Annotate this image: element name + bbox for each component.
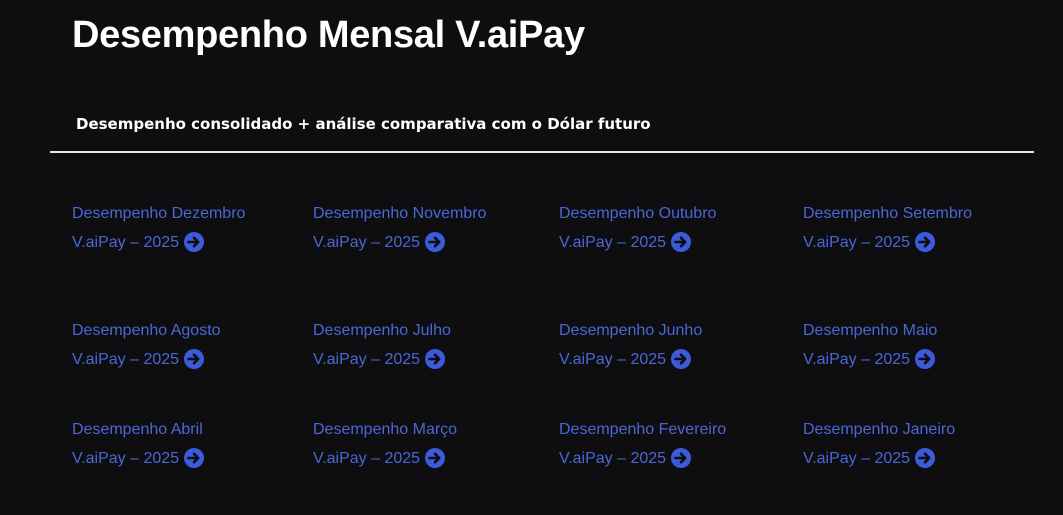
arrow-right-circle-icon[interactable] — [671, 349, 692, 369]
link-title: Desempenho Maio — [803, 322, 938, 339]
link-desempenho-dezembro[interactable]: Desempenho Dezembro V.aiPay – 2025 — [72, 199, 245, 257]
link-subtitle: V.aiPay – 2025 — [803, 351, 911, 368]
link-subtitle: V.aiPay – 2025 — [313, 234, 421, 251]
link-desempenho-setembro[interactable]: Desempenho Setembro V.aiPay – 2025 — [803, 199, 972, 257]
link-subtitle: V.aiPay – 2025 — [559, 450, 667, 467]
link-desempenho-abril[interactable]: Desempenho Abril V.aiPay – 2025 — [72, 415, 205, 473]
arrow-right-circle-icon[interactable] — [915, 448, 936, 468]
link-desempenho-julho[interactable]: Desempenho Julho V.aiPay – 2025 — [313, 316, 451, 374]
link-title: Desempenho Agosto — [72, 322, 221, 339]
page-subtitle: Desempenho consolidado + análise compara… — [76, 115, 651, 133]
page-title: Desempenho Mensal V.aiPay — [72, 14, 585, 56]
link-desempenho-fevereiro[interactable]: Desempenho Fevereiro V.aiPay – 2025 — [559, 415, 726, 473]
header-divider — [50, 151, 1034, 153]
link-subtitle: V.aiPay – 2025 — [559, 351, 667, 368]
link-title: Desempenho Novembro — [313, 205, 487, 222]
link-desempenho-maio[interactable]: Desempenho Maio V.aiPay – 2025 — [803, 316, 937, 374]
link-subtitle: V.aiPay – 2025 — [72, 351, 180, 368]
link-desempenho-outubro[interactable]: Desempenho Outubro V.aiPay – 2025 — [559, 199, 716, 257]
link-title: Desempenho Setembro — [803, 205, 972, 222]
link-desempenho-janeiro[interactable]: Desempenho Janeiro V.aiPay – 2025 — [803, 415, 955, 473]
arrow-right-circle-icon[interactable] — [671, 232, 692, 252]
arrow-right-circle-icon[interactable] — [425, 232, 446, 252]
arrow-right-circle-icon[interactable] — [184, 232, 205, 252]
arrow-right-circle-icon[interactable] — [425, 349, 446, 369]
link-subtitle: V.aiPay – 2025 — [72, 234, 180, 251]
arrow-right-circle-icon[interactable] — [184, 448, 205, 468]
arrow-right-circle-icon[interactable] — [915, 232, 936, 252]
link-desempenho-novembro[interactable]: Desempenho Novembro V.aiPay – 2025 — [313, 199, 486, 257]
link-subtitle: V.aiPay – 2025 — [313, 351, 421, 368]
link-desempenho-agosto[interactable]: Desempenho Agosto V.aiPay – 2025 — [72, 316, 221, 374]
link-title: Desempenho Março — [313, 421, 458, 438]
link-title: Desempenho Outubro — [559, 205, 717, 222]
arrow-right-circle-icon[interactable] — [671, 448, 692, 468]
link-subtitle: V.aiPay – 2025 — [803, 450, 911, 467]
link-title: Desempenho Janeiro — [803, 421, 956, 438]
arrow-right-circle-icon[interactable] — [915, 349, 936, 369]
link-title: Desempenho Junho — [559, 322, 703, 339]
link-desempenho-marco[interactable]: Desempenho Março V.aiPay – 2025 — [313, 415, 457, 473]
link-title: Desempenho Dezembro — [72, 205, 246, 222]
link-desempenho-junho[interactable]: Desempenho Junho V.aiPay – 2025 — [559, 316, 702, 374]
link-title: Desempenho Fevereiro — [559, 421, 727, 438]
link-title: Desempenho Julho — [313, 322, 451, 339]
link-subtitle: V.aiPay – 2025 — [313, 450, 421, 467]
arrow-right-circle-icon[interactable] — [425, 448, 446, 468]
link-subtitle: V.aiPay – 2025 — [72, 450, 180, 467]
link-title: Desempenho Abril — [72, 421, 203, 438]
link-subtitle: V.aiPay – 2025 — [559, 234, 667, 251]
arrow-right-circle-icon[interactable] — [184, 349, 205, 369]
link-subtitle: V.aiPay – 2025 — [803, 234, 911, 251]
